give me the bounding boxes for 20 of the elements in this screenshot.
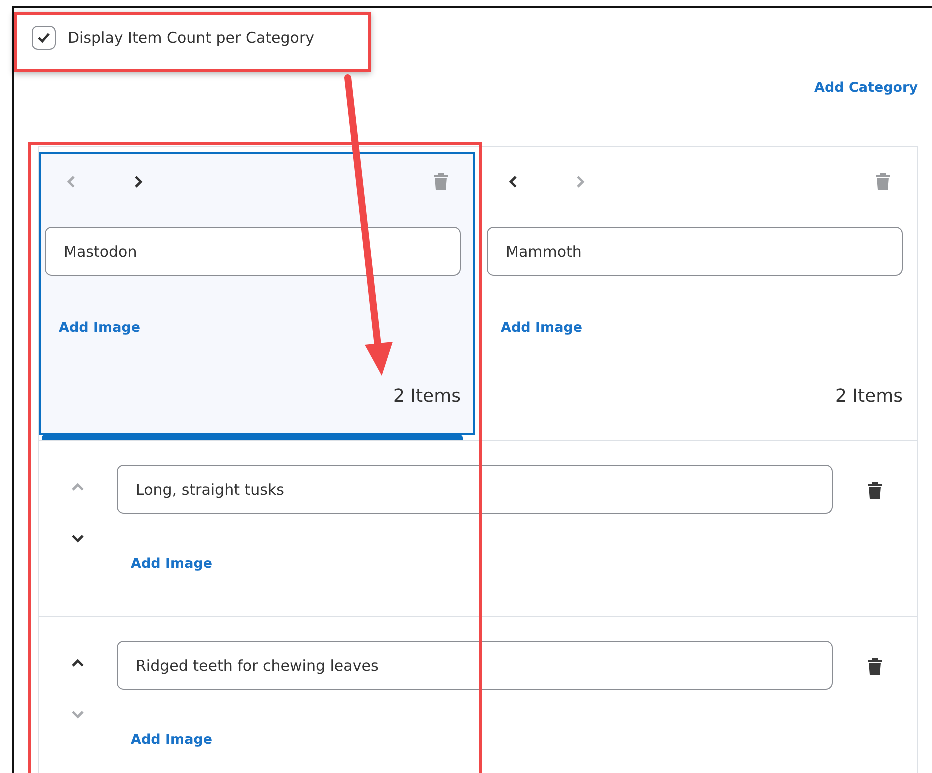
trash-icon [867,657,883,676]
add-image-link[interactable]: Add Image [131,556,212,572]
add-image-link[interactable]: Add Image [501,320,582,336]
checkbox-label: Display Item Count per Category [68,29,314,47]
item-text-field[interactable]: Ridged teeth for chewing leaves [117,641,833,690]
checkbox[interactable] [32,26,56,50]
category-card[interactable]: Mastodon Add Image 2 Items [39,152,475,435]
checkmark-icon [37,32,51,44]
add-image-link[interactable]: Add Image [59,320,140,336]
category-name-field[interactable]: Mammoth [487,227,903,276]
category-card[interactable]: Mammoth Add Image 2 Items [481,152,917,440]
trash-icon [433,172,449,191]
item-count: 2 Items [392,386,461,407]
add-image-link[interactable]: Add Image [131,732,212,748]
trash-icon [867,481,883,500]
category-name-field[interactable]: Mastodon [45,227,461,276]
item-text-field[interactable]: Long, straight tusks [117,465,833,514]
trash-icon [875,172,891,191]
item-count: 2 Items [834,386,903,407]
add-category-link[interactable]: Add Category [814,80,918,96]
